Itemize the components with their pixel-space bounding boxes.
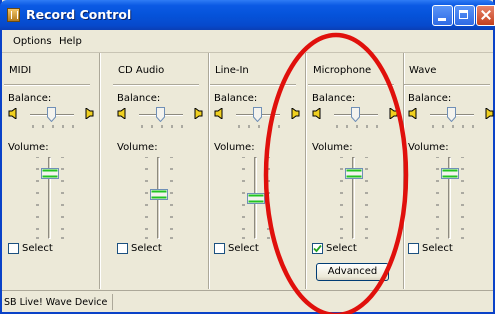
select-label: Select bbox=[22, 243, 53, 254]
status-device-name: SB Live! Wave Device bbox=[4, 297, 108, 308]
channels-panel: MIDI Balance: Volume: Select CD Audio Ba… bbox=[2, 53, 495, 289]
volume-slider-thumb[interactable] bbox=[345, 168, 363, 179]
title-bar[interactable]: Record Control bbox=[0, 0, 495, 30]
advanced-button[interactable]: Advanced bbox=[316, 263, 389, 281]
menu-bar: Options Help bbox=[2, 30, 493, 53]
channel-divider bbox=[210, 84, 296, 86]
balance-slider-thumb[interactable] bbox=[447, 107, 456, 122]
speaker-left-icon bbox=[408, 108, 417, 119]
balance-label: Balance: bbox=[8, 93, 52, 104]
menu-options[interactable]: Options bbox=[13, 36, 52, 47]
volume-label: Volume: bbox=[312, 142, 353, 153]
balance-label: Balance: bbox=[312, 93, 356, 104]
channel-name: MIDI bbox=[9, 65, 32, 76]
balance-ticks bbox=[336, 125, 378, 128]
speaker-left-icon bbox=[214, 108, 223, 119]
volume-label: Volume: bbox=[117, 142, 158, 153]
balance-ticks bbox=[432, 125, 474, 128]
speaker-right-icon bbox=[485, 108, 494, 119]
channel-strip: Wave Balance: Volume: Select bbox=[402, 53, 495, 289]
balance-slider-thumb[interactable] bbox=[156, 107, 165, 122]
select-checkbox[interactable] bbox=[214, 243, 225, 254]
volume-slider-thumb[interactable] bbox=[247, 193, 265, 204]
speaker-right-icon bbox=[85, 108, 94, 119]
select-label: Select bbox=[228, 243, 259, 254]
volume-slider-thumb[interactable] bbox=[41, 168, 59, 179]
speaker-right-icon bbox=[194, 108, 203, 119]
balance-ticks bbox=[238, 125, 280, 128]
balance-ticks bbox=[141, 125, 183, 128]
speaker-left-icon bbox=[8, 108, 17, 119]
channel-strip: Microphone Balance: Volume: Select Advan… bbox=[306, 53, 405, 289]
status-divider bbox=[112, 294, 113, 310]
balance-label: Balance: bbox=[408, 93, 452, 104]
select-checkbox[interactable] bbox=[117, 243, 128, 254]
channel-strip: MIDI Balance: Volume: Select bbox=[2, 53, 101, 289]
channel-divider bbox=[4, 84, 90, 86]
speaker-left-icon bbox=[312, 108, 321, 119]
volume-slider-thumb[interactable] bbox=[150, 189, 168, 200]
speaker-right-icon bbox=[389, 108, 398, 119]
balance-label: Balance: bbox=[117, 93, 161, 104]
checkmark-icon bbox=[313, 244, 322, 253]
record-control-window: Record Control Options Help MIDI Balance… bbox=[0, 0, 495, 314]
select-label: Select bbox=[326, 243, 357, 254]
app-icon[interactable] bbox=[7, 8, 20, 22]
channel-divider bbox=[308, 84, 394, 86]
select-label: Select bbox=[422, 243, 453, 254]
window-title: Record Control bbox=[26, 7, 132, 22]
maximize-button[interactable] bbox=[454, 5, 475, 26]
minimize-button[interactable] bbox=[432, 5, 453, 26]
balance-slider-thumb[interactable] bbox=[253, 107, 262, 122]
volume-label: Volume: bbox=[408, 142, 449, 153]
channel-name: CD Audio bbox=[118, 65, 165, 76]
channel-name: Line-In bbox=[215, 65, 249, 76]
balance-slider-thumb[interactable] bbox=[47, 107, 56, 122]
channel-divider bbox=[113, 84, 199, 86]
channel-name: Microphone bbox=[313, 65, 372, 76]
balance-label: Balance: bbox=[214, 93, 258, 104]
select-label: Select bbox=[131, 243, 162, 254]
close-button[interactable] bbox=[476, 5, 495, 26]
menu-help[interactable]: Help bbox=[59, 36, 82, 47]
channel-strip: Line-In Balance: Volume: Select bbox=[208, 53, 307, 289]
channel-divider bbox=[404, 84, 490, 86]
speaker-right-icon bbox=[291, 108, 300, 119]
channel-name: Wave bbox=[409, 65, 437, 76]
volume-slider-thumb[interactable] bbox=[441, 168, 459, 179]
volume-label: Volume: bbox=[8, 142, 49, 153]
balance-ticks bbox=[32, 125, 74, 128]
status-bar: SB Live! Wave Device bbox=[2, 290, 493, 313]
volume-label: Volume: bbox=[214, 142, 255, 153]
select-checkbox[interactable] bbox=[312, 243, 323, 254]
select-checkbox[interactable] bbox=[408, 243, 419, 254]
balance-slider-thumb[interactable] bbox=[351, 107, 360, 122]
select-checkbox[interactable] bbox=[8, 243, 19, 254]
channel-strip: CD Audio Balance: Volume: Select bbox=[111, 53, 210, 289]
speaker-left-icon bbox=[117, 108, 126, 119]
